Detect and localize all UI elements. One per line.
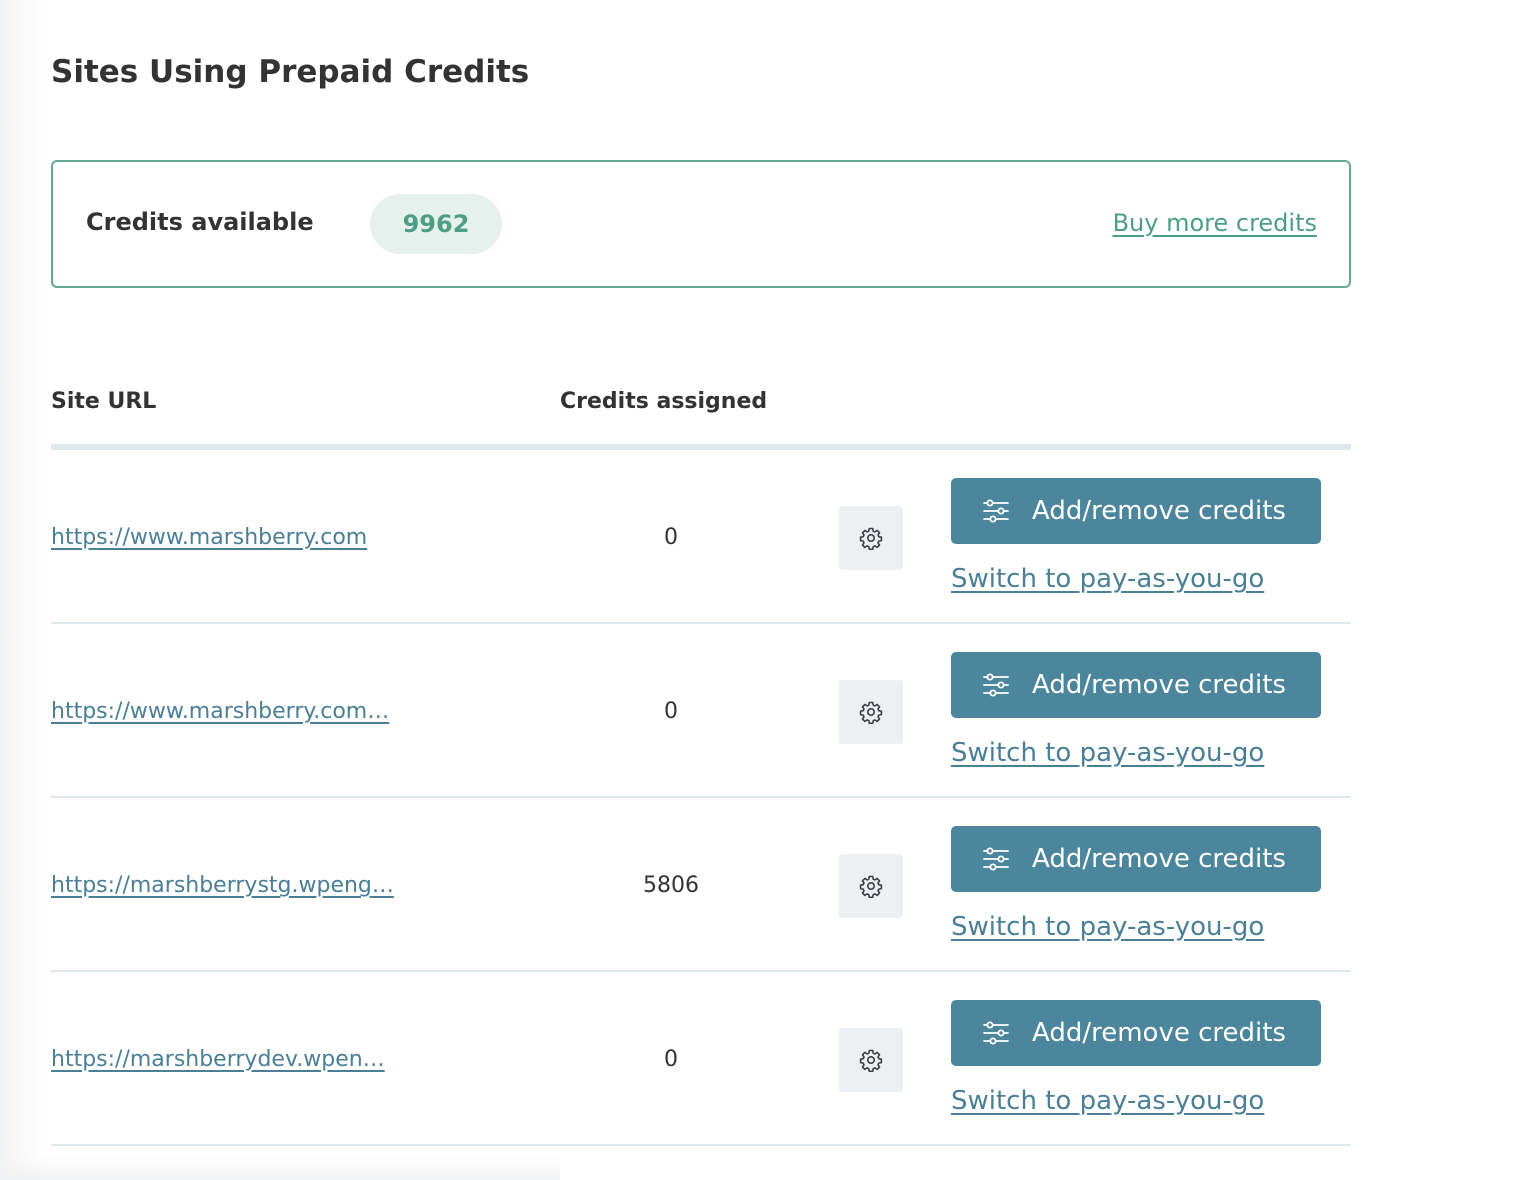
switch-to-pay-as-you-go-link[interactable]: Switch to pay-as-you-go bbox=[951, 562, 1264, 596]
site-url-link[interactable]: https://www.marshberry.com… bbox=[51, 694, 431, 730]
sites-table-body: https://www.marshberry.com 0 Add/remove … bbox=[51, 450, 1351, 1146]
add-remove-credits-label: Add/remove credits bbox=[1032, 670, 1286, 700]
add-remove-credits-label: Add/remove credits bbox=[1032, 496, 1286, 526]
site-settings-button[interactable] bbox=[839, 854, 903, 918]
sliders-icon bbox=[981, 496, 1011, 526]
add-remove-credits-label: Add/remove credits bbox=[1032, 844, 1286, 874]
table-row: https://marshberrystg.wpeng… 5806 Add/re… bbox=[51, 798, 1351, 972]
buy-more-credits-link[interactable]: Buy more credits bbox=[1113, 208, 1317, 238]
add-remove-credits-button[interactable]: Add/remove credits bbox=[951, 826, 1321, 892]
site-settings-button[interactable] bbox=[839, 680, 903, 744]
site-url-link[interactable]: https://marshberrystg.wpeng… bbox=[51, 868, 431, 904]
gear-icon bbox=[859, 875, 883, 898]
site-url-link[interactable]: https://marshberrydev.wpen… bbox=[51, 1042, 431, 1078]
sliders-icon bbox=[981, 1018, 1011, 1048]
add-remove-credits-button[interactable]: Add/remove credits bbox=[951, 478, 1321, 544]
site-settings-button[interactable] bbox=[839, 506, 903, 570]
credits-assigned-value: 0 bbox=[664, 1047, 678, 1072]
switch-to-pay-as-you-go-link[interactable]: Switch to pay-as-you-go bbox=[951, 736, 1264, 770]
sliders-icon bbox=[981, 670, 1011, 700]
credits-assigned-value: 5806 bbox=[643, 873, 699, 898]
add-remove-credits-button[interactable]: Add/remove credits bbox=[951, 1000, 1321, 1066]
add-remove-credits-label: Add/remove credits bbox=[1032, 1018, 1286, 1048]
site-url-link[interactable]: https://www.marshberry.com bbox=[51, 520, 431, 556]
credits-available-panel: Credits available 9962 Buy more credits bbox=[51, 160, 1351, 288]
sliders-icon bbox=[981, 844, 1011, 874]
table-row: https://marshberrydev.wpen… 0 Add/remove… bbox=[51, 972, 1351, 1146]
switch-to-pay-as-you-go-link[interactable]: Switch to pay-as-you-go bbox=[951, 1084, 1264, 1118]
credits-available-badge: 9962 bbox=[370, 194, 502, 254]
gear-icon bbox=[859, 1049, 883, 1072]
credits-available-label: Credits available bbox=[86, 208, 314, 236]
switch-to-pay-as-you-go-link[interactable]: Switch to pay-as-you-go bbox=[951, 910, 1264, 944]
table-row: https://www.marshberry.com 0 Add/remove … bbox=[51, 450, 1351, 624]
column-header-credits-assigned: Credits assigned bbox=[560, 389, 768, 414]
page-title: Sites Using Prepaid Credits bbox=[51, 54, 530, 90]
column-header-site-url: Site URL bbox=[51, 389, 157, 414]
bottom-edge-shade bbox=[0, 1156, 560, 1180]
left-edge-shade bbox=[0, 0, 44, 1180]
credits-assigned-value: 0 bbox=[664, 525, 678, 550]
gear-icon bbox=[859, 527, 883, 550]
gear-icon bbox=[859, 701, 883, 724]
table-header: Site URL Credits assigned bbox=[51, 384, 1351, 450]
table-row: https://www.marshberry.com… 0 Add/remove… bbox=[51, 624, 1351, 798]
credits-assigned-value: 0 bbox=[664, 699, 678, 724]
add-remove-credits-button[interactable]: Add/remove credits bbox=[951, 652, 1321, 718]
site-settings-button[interactable] bbox=[839, 1028, 903, 1092]
